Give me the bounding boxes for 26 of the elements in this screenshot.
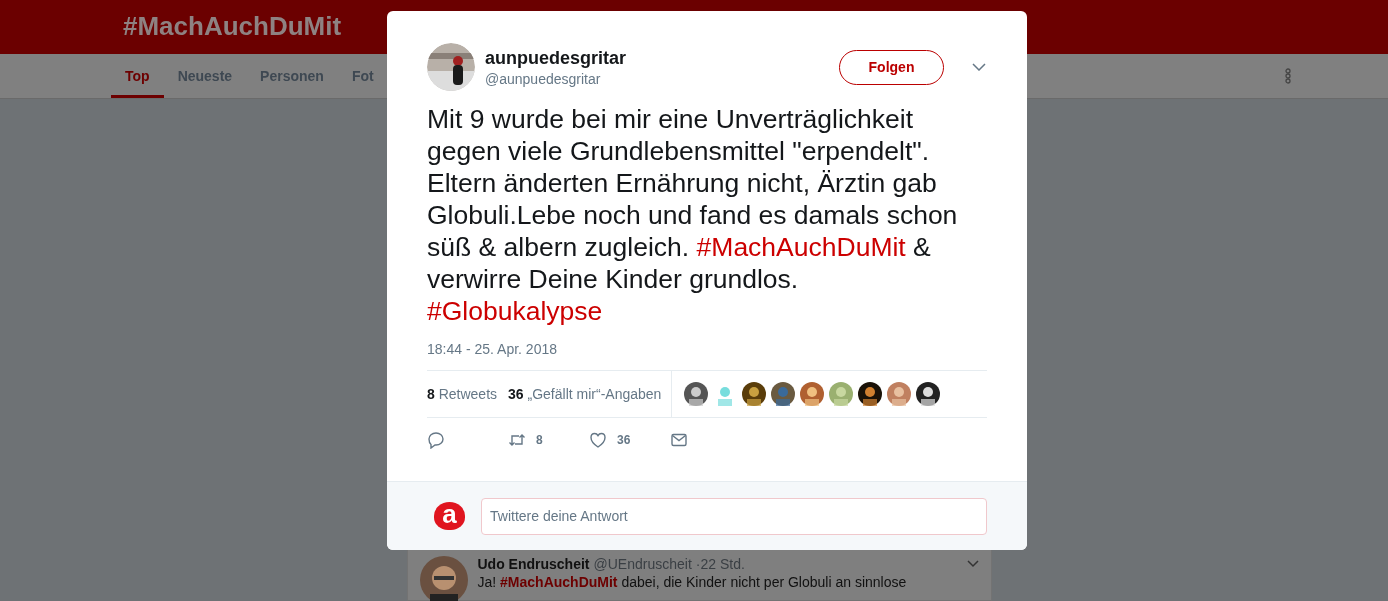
author-handle[interactable]: @aunpuedesgritar [485,70,829,87]
tweet-text: Mit 9 wurde bei mir eine Unverträglichkeit gegen viele Grundlebensmittel "erpendelt". Eltern änderten Ernährung nicht, Ärztin gab Globuli.Lebe noch und fand es damals schon süß & albern zugleich. #MachAuchDuMit & verwirre Deine Kinder grundlos. #Globukalypse [427,103,959,327]
action-count: 36 [617,433,631,447]
reply-field[interactable]: Twittere deine Antwort [481,497,987,535]
chevron-icon[interactable] [966,560,979,568]
more-icon[interactable] [1285,67,1291,84]
tweet-time: ·22 Std. [695,556,745,572]
hashtag-link[interactable]: #MachAuchDuMit [696,232,906,262]
stat-count[interactable]: 8 Retweets [427,386,498,402]
heart-icon[interactable] [589,431,607,449]
author-name[interactable]: Udo Endruscheit [477,556,590,572]
reply-icon[interactable] [427,431,445,449]
timestamp[interactable]: 18:44 - 25. Apr. 2018 [427,341,987,357]
action-count: 8 [536,433,543,447]
author-handle[interactable]: @UEndruscheit [593,556,692,572]
hashtag-link[interactable]: #MachAuchDuMit [500,574,618,590]
nav-tab[interactable]: Top [111,53,164,98]
chevron-icon[interactable] [972,63,986,71]
envelope-icon[interactable] [670,431,688,449]
page-title: #MachAuchDuMit [123,11,342,43]
tweet-text: Ja! #MachAuchDuMit dabei, die Kinder nicht per Globuli an sinnlose [477,574,908,590]
follow-button[interactable]: Folgen [839,49,944,85]
stat-count[interactable]: 36 „Gefällt mir“-Angaben [508,386,662,402]
author-name[interactable]: aunpuedesgritar [485,47,829,69]
hashtag-link[interactable]: #Globukalypse [427,296,603,326]
user-avatar: a [434,502,465,530]
